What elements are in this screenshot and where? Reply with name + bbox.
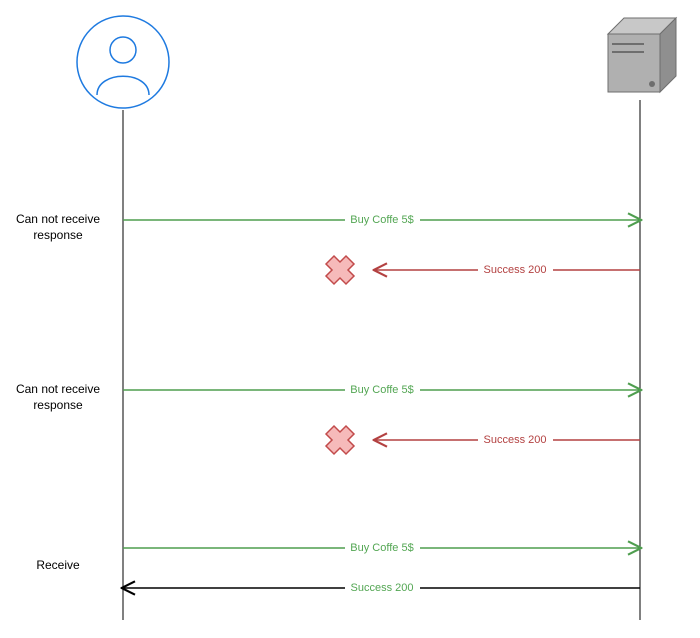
user-icon [77,16,169,108]
msg-resp1-label: Success 200 [484,264,547,276]
msg-resp2-label: Success 200 [484,434,547,446]
msg-req2-label: Buy Coffe 5$ [350,384,413,396]
server-icon [608,18,676,92]
sequence-diagram: Can not receive response Can not receive… [0,0,700,638]
msg-req1-label: Buy Coffe 5$ [350,214,413,226]
diagram-svg: Buy Coffe 5$ Success 200 Buy Coffe 5$ Su… [0,0,700,638]
cross-icon [326,426,354,454]
cross-icon [326,256,354,284]
msg-req3-label: Buy Coffe 5$ [350,542,413,554]
msg-resp3-label: Success 200 [351,582,414,594]
